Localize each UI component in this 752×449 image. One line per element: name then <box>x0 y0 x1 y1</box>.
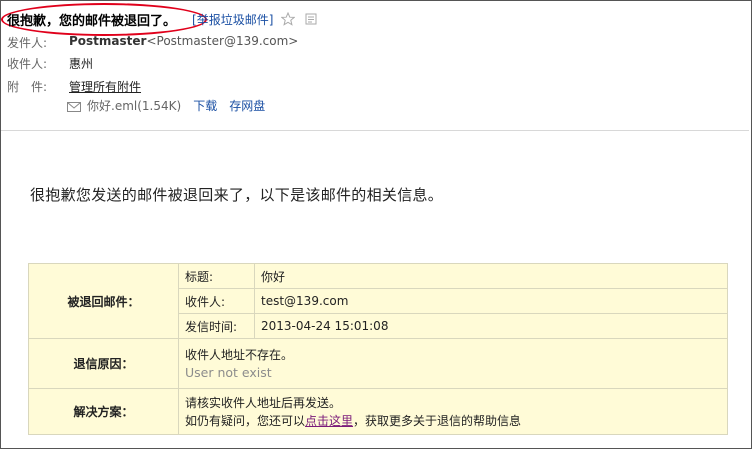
table-row: 被退回邮件： 标题: 你好 <box>28 263 728 339</box>
recipient-value: test@139.com <box>254 288 728 314</box>
attachment-filename: 你好.eml(1.54K) <box>87 99 182 113</box>
subject-row: 很抱歉，您的邮件被退回了。 [举报垃圾邮件] <box>7 9 317 29</box>
from-label: 发件人: <box>7 36 48 50</box>
manage-attachments-link[interactable]: 管理所有附件 <box>69 78 141 95</box>
sender-address[interactable]: <Postmaster@139.com> <box>146 34 298 48</box>
report-spam-link[interactable]: [举报垃圾邮件] <box>192 11 273 28</box>
sender-name[interactable]: Postmaster <box>69 34 146 48</box>
to-row: 收件人: 惠州 <box>7 55 93 72</box>
attachment-row: 附 件: 管理所有附件 <box>7 78 141 95</box>
save-to-disk-link[interactable]: 存网盘 <box>229 97 265 114</box>
download-link[interactable]: 下载 <box>193 97 217 114</box>
solution-line-1: 请核实收件人地址后再发送。 <box>185 395 342 410</box>
reason-heading: 退信原因： <box>28 338 179 389</box>
table-row: 退信原因： 收件人地址不存在。 User not exist <box>28 338 728 389</box>
attachment-file: 你好.eml(1.54K) 下载 存网盘 <box>67 97 265 114</box>
solution-suffix: ，获取更多关于退信的帮助信息 <box>353 413 522 428</box>
reason-cell: 收件人地址不存在。 User not exist <box>178 338 728 389</box>
help-link[interactable]: 点击这里 <box>305 414 353 428</box>
subject-key: 标题: <box>178 263 255 289</box>
solution-line-2: 如仍有疑问，您还可以点击这里，获取更多关于退信的帮助信息 <box>185 412 721 430</box>
solution-heading: 解决方案： <box>28 388 179 435</box>
email-subject: 很抱歉，您的邮件被退回了。 <box>7 13 177 29</box>
email-header: 很抱歉，您的邮件被退回了。 [举报垃圾邮件] 发件人: Postmaster<P… <box>1 1 749 131</box>
solution-cell: 请核实收件人地址后再发送。 如仍有疑问，您还可以点击这里，获取更多关于退信的帮助… <box>178 388 728 435</box>
send-time-value: 2013-04-24 15:01:08 <box>254 313 728 339</box>
table-row: 解决方案： 请核实收件人地址后再发送。 如仍有疑问，您还可以点击这里，获取更多关… <box>28 388 728 435</box>
solution-prefix: 如仍有疑问，您还可以 <box>185 413 306 428</box>
attachment-label: 附 件: <box>7 80 48 94</box>
send-time-key: 发信时间: <box>178 313 255 339</box>
recipient-name[interactable]: 惠州 <box>69 55 93 72</box>
bounced-mail-heading: 被退回邮件： <box>28 263 179 339</box>
envelope-icon <box>67 101 81 112</box>
to-label: 收件人: <box>7 57 48 71</box>
bounce-info-table: 被退回邮件： 标题: 你好 收件人: test@139.com 发信时间: 20… <box>28 263 728 435</box>
star-icon[interactable] <box>280 11 296 26</box>
recipient-key: 收件人: <box>178 288 255 314</box>
reason-chinese: 收件人地址不存在。 <box>185 347 294 362</box>
bounce-intro-text: 很抱歉您发送的邮件被退回来了，以下是该邮件的相关信息。 <box>30 186 444 204</box>
subject-value: 你好 <box>254 263 728 289</box>
reason-english: User not exist <box>185 364 272 380</box>
note-icon[interactable] <box>305 13 317 25</box>
from-row: 发件人: Postmaster<Postmaster@139.com> <box>7 34 298 51</box>
